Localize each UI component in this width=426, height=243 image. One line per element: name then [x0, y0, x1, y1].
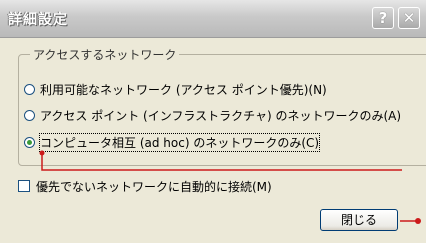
option-infrastructure-only[interactable]: アクセス ポイント (インフラストラクチャ) のネットワークのみ(A)	[24, 106, 401, 124]
group-legend: アクセスするネットワーク	[30, 46, 180, 63]
radio-available-networks[interactable]	[24, 83, 35, 95]
radio-adhoc-only[interactable]	[24, 136, 35, 148]
annotation-dot-bottom	[415, 218, 421, 224]
radio-infrastructure-only[interactable]	[24, 109, 35, 121]
close-window-button[interactable]: ✕	[398, 7, 420, 29]
window-title: 詳細設定	[8, 12, 68, 28]
option-available-networks-label: 利用可能なネットワーク (アクセス ポイント優先)(N)	[40, 82, 327, 97]
auto-connect-checkbox[interactable]	[18, 180, 30, 192]
title-bar: 詳細設定 ? ✕	[0, 0, 426, 38]
help-button[interactable]: ?	[372, 7, 394, 29]
option-adhoc-only[interactable]: コンピュータ相互 (ad hoc) のネットワークのみ(C)	[24, 132, 321, 152]
option-available-networks[interactable]: 利用可能なネットワーク (アクセス ポイント優先)(N)	[24, 80, 327, 98]
auto-connect-label: 優先でないネットワークに自動的に接続(M)	[36, 180, 272, 194]
option-infrastructure-only-label: アクセス ポイント (インフラストラクチャ) のネットワークのみ(A)	[40, 108, 402, 123]
option-adhoc-only-label: コンピュータ相互 (ad hoc) のネットワークのみ(C)	[38, 132, 321, 152]
close-button[interactable]: 閉じる	[320, 209, 398, 231]
